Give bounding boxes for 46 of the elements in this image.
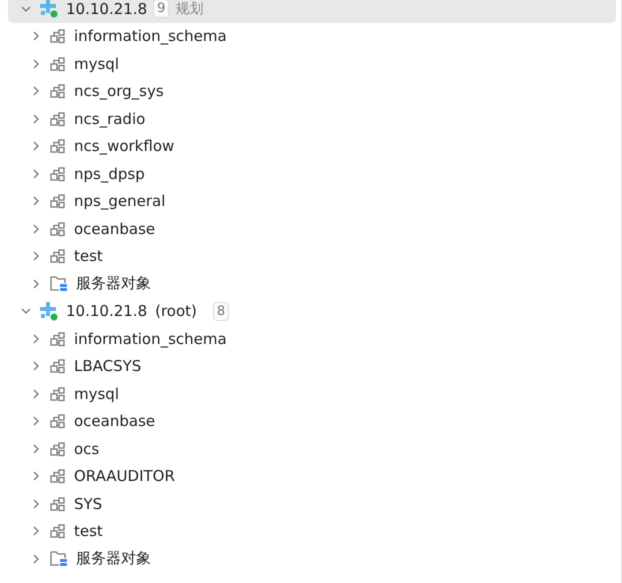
connection-name: 10.10.21.8 [66,0,148,18]
connection-user: (root) [155,302,197,320]
count-badge: 9 [153,0,170,18]
schema-name[interactable]: ORAAUDITOR [74,467,175,486]
schema-name[interactable]: test [74,247,103,266]
schema-icon [50,523,66,540]
schema-icon [50,56,66,72]
schema-name[interactable]: ncs_org_sys [74,82,164,100]
schema-name[interactable]: nps_general [74,192,166,210]
schema-icon [50,138,66,154]
schema-icon [50,28,66,44]
schema-name[interactable]: mysql [74,54,119,73]
schema-name[interactable]: test [74,522,103,540]
schema-icon [50,110,66,127]
folder-icon [50,550,68,568]
schema-icon [50,193,66,210]
schema-icon [50,358,66,374]
schema-icon [50,413,66,430]
schema-name[interactable]: mysql [74,384,119,403]
connection-row[interactable]: 10.10.21.8 9 规划 [8,0,616,22]
connection-note: 规划 [175,0,204,18]
schema-icon [50,166,66,182]
schema-name[interactable]: information_schema [74,27,227,46]
folder-label[interactable]: 服务器对象 [76,549,151,568]
schema-name[interactable]: nps_dpsp [74,164,145,183]
schema-name[interactable]: ncs_workflow [74,137,174,156]
schema-name[interactable]: oceanbase [74,220,156,238]
schema-icon [50,330,66,347]
connection-name: 10.10.21.8 [66,302,148,320]
folder-icon [50,275,68,292]
schema-name[interactable]: LBACSYS [74,357,142,376]
schema-icon [50,386,66,402]
schema-icon [50,220,66,237]
schema-icon [50,248,66,264]
schema-name[interactable]: ocs [74,440,100,458]
schema-name[interactable]: information_schema [74,330,227,348]
schema-name[interactable]: ncs_radio [74,110,146,128]
connection-row[interactable]: 10.10.21.8 (root) 8 [8,298,616,325]
schema-name[interactable]: SYS [74,494,102,513]
schema-icon [50,496,66,512]
schema-icon [50,83,66,100]
folder-label[interactable]: 服务器对象 [76,274,151,294]
schema-icon [50,440,66,457]
count-badge: 8 [212,302,230,321]
schema-icon [50,468,66,484]
schema-name[interactable]: oceanbase [74,412,156,430]
